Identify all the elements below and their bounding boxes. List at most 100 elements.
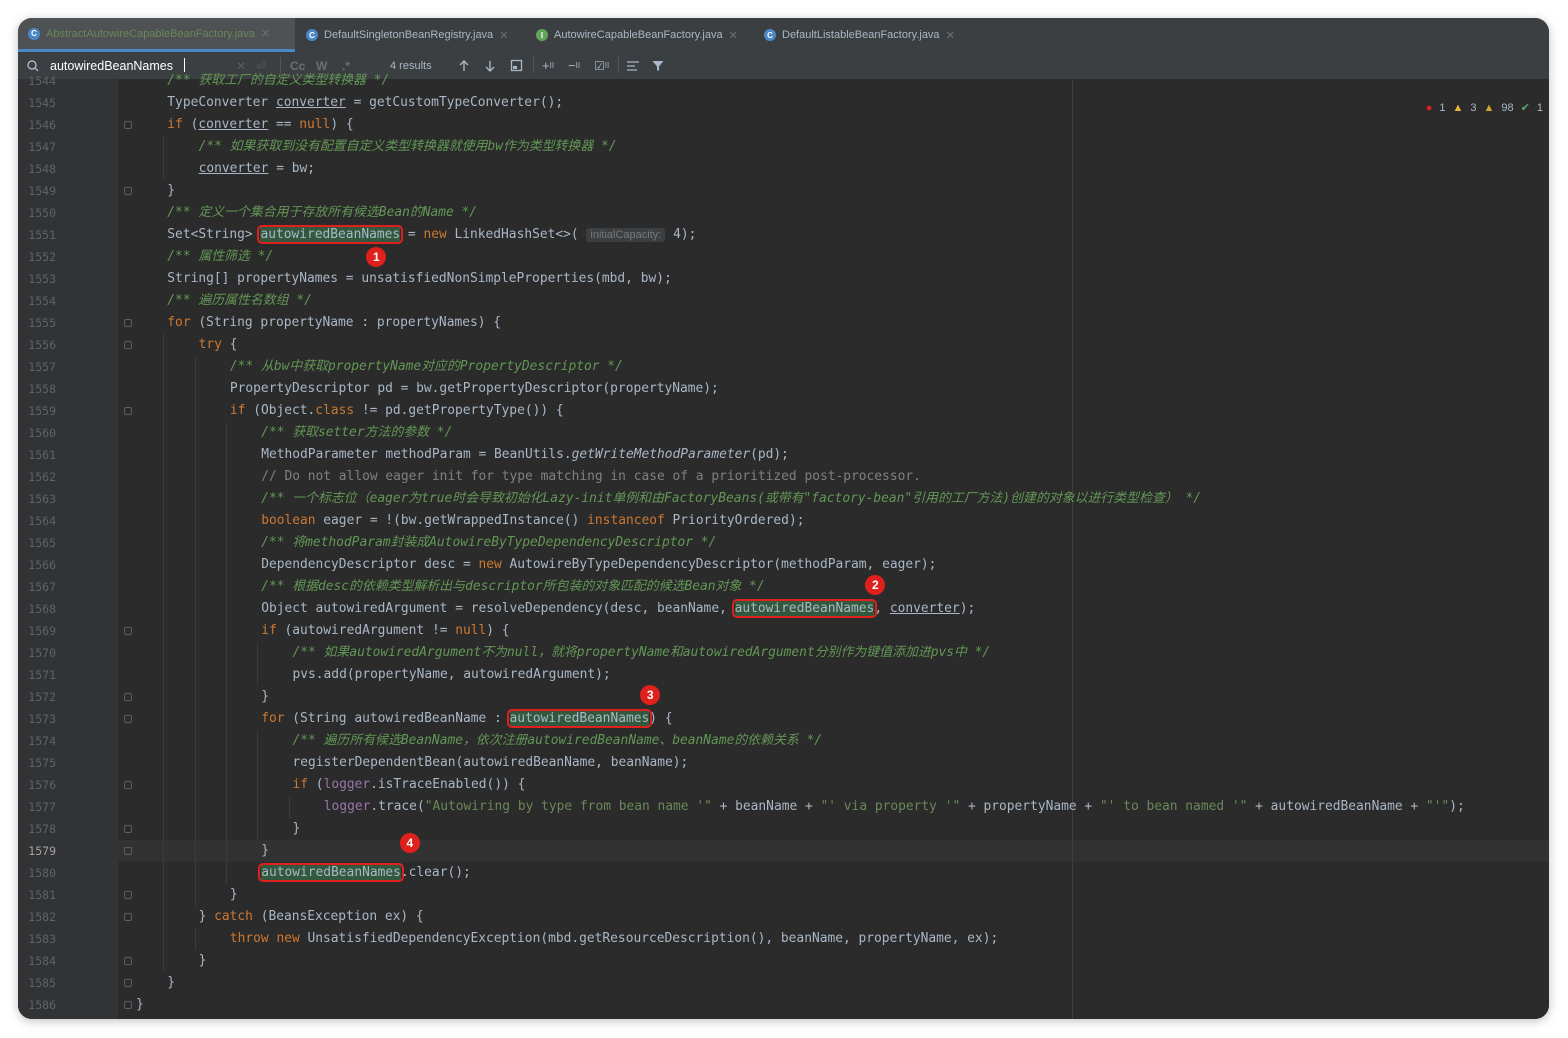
line-number[interactable]: 1548	[18, 158, 56, 180]
fold-marker-icon[interactable]	[124, 693, 132, 701]
code-line[interactable]: for (String propertyName : propertyNames…	[167, 312, 501, 334]
line-number[interactable]: 1586	[18, 994, 56, 1016]
code-line[interactable]: /** 属性筛选 */	[167, 246, 273, 268]
filter-icon[interactable]	[652, 52, 664, 79]
line-number[interactable]: 1567	[18, 576, 56, 598]
close-icon[interactable]: ✕	[729, 29, 738, 42]
code-line[interactable]: /** 遍历属性名数组 */	[167, 290, 312, 312]
code-line[interactable]: boolean eager = !(bw.getWrappedInstance(…	[261, 510, 804, 532]
close-icon[interactable]: ✕	[499, 29, 508, 42]
line-number[interactable]: 1550	[18, 202, 56, 224]
line-number[interactable]: 1583	[18, 928, 56, 950]
code-line[interactable]: }	[199, 950, 207, 972]
code-line[interactable]: String[] propertyNames = unsatisfiedNonS…	[167, 268, 671, 290]
line-number[interactable]: 1554	[18, 290, 56, 312]
code-line[interactable]: /** 如果autowiredArgument不为null，就将property…	[293, 642, 991, 664]
tab-abstract-autowire-capable-bean-factory[interactable]: C AbstractAutowireCapableBeanFactory.jav…	[18, 18, 295, 52]
inspection-widget[interactable]: ● 1 ▲ 3 ▲ 98 ✔ 1	[1426, 101, 1543, 115]
code-line[interactable]: } catch (BeansException ex) {	[199, 906, 424, 928]
line-number[interactable]: 1572	[18, 686, 56, 708]
code-line[interactable]: try {	[199, 334, 238, 356]
fold-marker-icon[interactable]	[124, 1001, 132, 1009]
code-line[interactable]: }	[261, 840, 269, 862]
line-number[interactable]: 1566	[18, 554, 56, 576]
line-number[interactable]: 1577	[18, 796, 56, 818]
line-number[interactable]: 1546	[18, 114, 56, 136]
line-number[interactable]: 1584	[18, 950, 56, 972]
line-number[interactable]: 1557	[18, 356, 56, 378]
code-line[interactable]: /** 根据desc的依赖类型解析出与descriptor所包装的对象匹配的候选…	[261, 576, 764, 598]
code-line[interactable]: /** 将methodParam封装成AutowireByTypeDepende…	[261, 532, 716, 554]
code-line[interactable]: logger.trace("Autowiring by type from be…	[324, 796, 1465, 818]
line-number[interactable]: 1558	[18, 378, 56, 400]
search-input[interactable]: autowiredBeanNames	[50, 52, 173, 79]
line-number[interactable]: 1553	[18, 268, 56, 290]
line-number[interactable]: 1560	[18, 422, 56, 444]
line-number[interactable]: 1573	[18, 708, 56, 730]
code-line[interactable]: /** 一个标志位（eager为true时会导致初始化Lazy-init单例和由…	[261, 488, 1201, 510]
close-icon[interactable]: ✕	[946, 29, 955, 42]
code-line[interactable]: registerDependentBean(autowiredBeanName,…	[293, 752, 689, 774]
code-line[interactable]: }	[261, 686, 269, 708]
code-line[interactable]: DependencyDescriptor desc = new Autowire…	[261, 554, 936, 576]
code-line[interactable]: /** 遍历所有候选BeanName，依次注册autowiredBeanName…	[293, 730, 823, 752]
line-number[interactable]: 1574	[18, 730, 56, 752]
fold-marker-icon[interactable]	[124, 319, 132, 327]
filter-options-icon[interactable]	[626, 52, 640, 79]
code-line[interactable]: TypeConverter converter = getCustomTypeC…	[167, 92, 563, 114]
code-line[interactable]: throw new UnsatisfiedDependencyException…	[230, 928, 998, 950]
fold-marker-icon[interactable]	[124, 187, 132, 195]
line-number[interactable]: 1565	[18, 532, 56, 554]
tab-default-listable-bean-factory[interactable]: C DefaultListableBeanFactory.java ✕	[754, 18, 979, 52]
line-number[interactable]: 1571	[18, 664, 56, 686]
line-number[interactable]: 1585	[18, 972, 56, 994]
line-number[interactable]: 1555	[18, 312, 56, 334]
fold-marker-icon[interactable]	[124, 979, 132, 987]
line-number[interactable]: 1552	[18, 246, 56, 268]
code-line[interactable]: MethodParameter methodParam = BeanUtils.…	[261, 444, 789, 466]
code-line[interactable]: Set<String> autowiredBeanNames = new Lin…	[167, 224, 696, 246]
line-number[interactable]: 1575	[18, 752, 56, 774]
code-line[interactable]: // Do not allow eager init for type matc…	[261, 466, 921, 488]
code-line[interactable]: if (logger.isTraceEnabled()) {	[293, 774, 526, 796]
line-number[interactable]: 1569	[18, 620, 56, 642]
tab-default-singleton-bean-registry[interactable]: C DefaultSingletonBeanRegistry.java ✕	[296, 18, 526, 52]
line-number[interactable]: 1579	[18, 840, 56, 862]
code-line[interactable]: /** 获取setter方法的参数 */	[261, 422, 452, 444]
code-line[interactable]: if (autowiredArgument != null) {	[261, 620, 509, 642]
line-number[interactable]: 1582	[18, 906, 56, 928]
fold-marker-icon[interactable]	[124, 121, 132, 129]
open-in-window-icon[interactable]	[510, 52, 523, 79]
line-number[interactable]: 1568	[18, 598, 56, 620]
add-selection-icon[interactable]: + II	[542, 52, 554, 79]
fold-marker-icon[interactable]	[124, 341, 132, 349]
close-icon[interactable]: ✕	[261, 27, 270, 40]
line-number[interactable]: 1578	[18, 818, 56, 840]
code-line[interactable]: /** 定义一个集合用于存放所有候选Bean的Name */	[167, 202, 477, 224]
line-number[interactable]: 1545	[18, 92, 56, 114]
fold-marker-icon[interactable]	[124, 825, 132, 833]
line-number[interactable]: 1556	[18, 334, 56, 356]
fold-marker-icon[interactable]	[124, 715, 132, 723]
next-occurrence-icon[interactable]	[484, 52, 496, 79]
line-number[interactable]: 1549	[18, 180, 56, 202]
line-number[interactable]: 1570	[18, 642, 56, 664]
fold-marker-icon[interactable]	[124, 913, 132, 921]
fold-marker-icon[interactable]	[124, 847, 132, 855]
tab-autowire-capable-bean-factory[interactable]: I AutowireCapableBeanFactory.java ✕	[526, 18, 754, 52]
code-line[interactable]: if (Object.class != pd.getPropertyType()…	[230, 400, 564, 422]
code-line[interactable]: if (converter == null) {	[167, 114, 353, 136]
code-line[interactable]: }	[136, 994, 144, 1016]
line-number[interactable]: 1576	[18, 774, 56, 796]
code-line[interactable]: }	[293, 818, 301, 840]
line-number[interactable]: 1547	[18, 136, 56, 158]
line-number[interactable]: 1562	[18, 466, 56, 488]
code-line[interactable]: PropertyDescriptor pd = bw.getPropertyDe…	[230, 378, 719, 400]
fold-marker-icon[interactable]	[124, 781, 132, 789]
select-all-occurrences-icon[interactable]: ☑ II	[594, 52, 609, 79]
line-number[interactable]: 1561	[18, 444, 56, 466]
line-number[interactable]: 1563	[18, 488, 56, 510]
code-editor[interactable]: 1544 1545 1546 1547 1548 1549 1550 1551 1552 1553…	[18, 73, 1549, 1019]
code-line[interactable]: /** 如果获取到没有配置自定义类型转换器就使用bw作为类型转换器 */	[199, 136, 617, 158]
line-number[interactable]: 1551	[18, 224, 56, 246]
